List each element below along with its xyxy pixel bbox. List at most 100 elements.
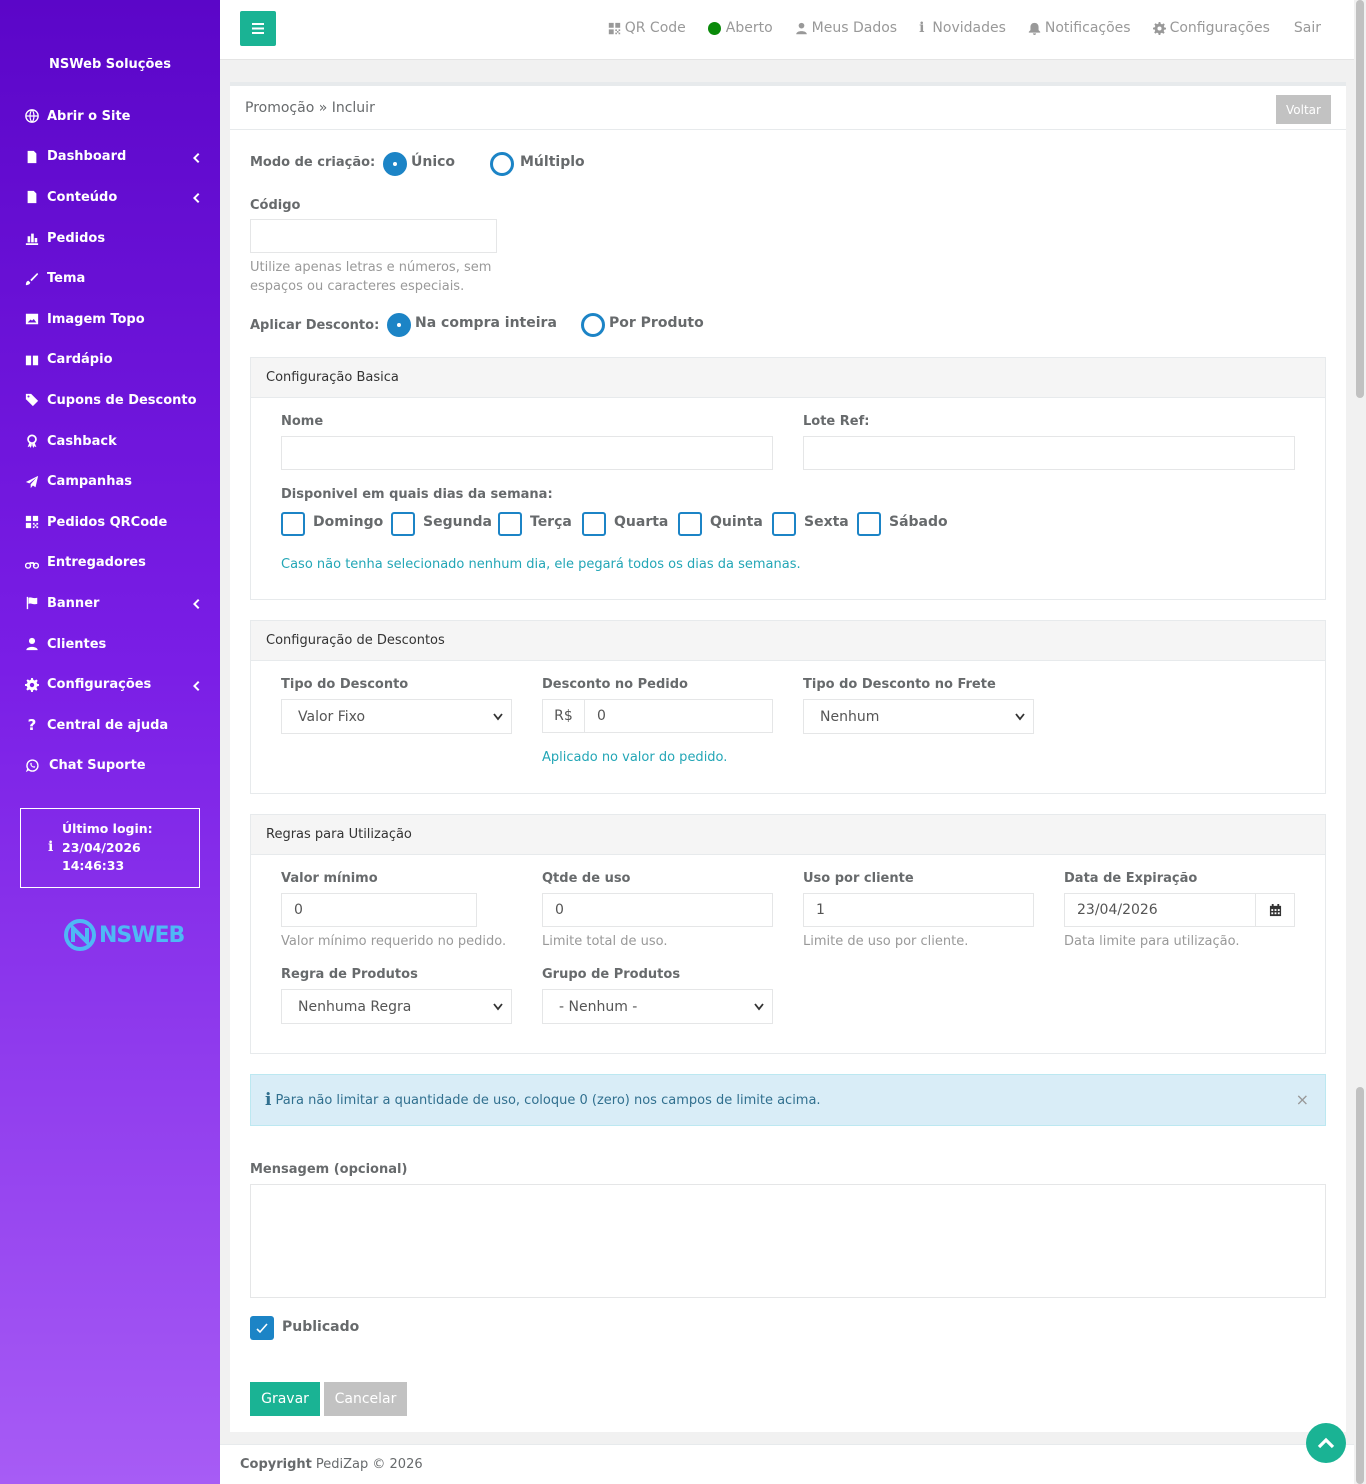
close-icon[interactable]: × bbox=[1296, 1090, 1309, 1109]
dia-terca-checkbox[interactable] bbox=[498, 512, 522, 536]
panel-regras: Regras para Utilização Valor mínimo 0 Va… bbox=[250, 814, 1326, 1054]
valor-minimo-input[interactable]: 0 bbox=[281, 893, 477, 927]
publicado-label[interactable]: Publicado bbox=[282, 1319, 359, 1335]
gear-icon bbox=[1152, 21, 1166, 35]
grupo-produtos-select[interactable]: - Nenhum - bbox=[542, 989, 773, 1024]
sidebar-item-abrir-site[interactable]: Abrir o Site bbox=[0, 96, 220, 137]
data-expiracao-input[interactable]: 23/04/2026 bbox=[1064, 893, 1256, 927]
sidebar-item-cardapio[interactable]: Cardápio bbox=[0, 340, 220, 381]
sidebar-item-label: Cashback bbox=[47, 433, 117, 449]
dia-segunda-checkbox[interactable] bbox=[391, 512, 415, 536]
mensagem-textarea[interactable] bbox=[250, 1184, 1326, 1298]
dia-sabado-checkbox[interactable] bbox=[857, 512, 881, 536]
qtde-uso-input[interactable]: 0 bbox=[542, 893, 773, 927]
modo-unico-radio[interactable] bbox=[383, 152, 407, 176]
page-header: Promoção » Incluir Voltar bbox=[230, 86, 1346, 130]
sidebar-item-conteudo[interactable]: Conteúdo bbox=[0, 177, 220, 218]
sidebar-item-imagem-topo[interactable]: Imagem Topo bbox=[0, 299, 220, 340]
tipo-desconto-select[interactable]: Valor Fixo bbox=[281, 699, 512, 734]
flag-icon bbox=[24, 595, 40, 611]
calendar-button[interactable] bbox=[1255, 893, 1295, 927]
modo-multiplo-radio[interactable] bbox=[490, 152, 514, 176]
modo-unico-label[interactable]: Único bbox=[411, 154, 455, 170]
sidebar-item-entregadores[interactable]: Entregadores bbox=[0, 543, 220, 584]
dia-quinta-label[interactable]: Quinta bbox=[710, 514, 763, 530]
sidebar-item-chat-suporte[interactable]: Chat Suporte bbox=[0, 746, 220, 787]
page-scrollbar[interactable] bbox=[1354, 0, 1366, 1484]
gear-icon bbox=[24, 677, 40, 693]
chevron-left-icon bbox=[192, 680, 200, 691]
sidebar-item-label: Chat Suporte bbox=[49, 758, 146, 774]
orders-icon bbox=[24, 230, 40, 246]
info-alert: i Para não limitar a quantidade de uso, … bbox=[250, 1074, 1326, 1126]
info-icon: i bbox=[265, 1090, 272, 1110]
sidebar-item-clientes[interactable]: Clientes bbox=[0, 624, 220, 665]
scrollbar-thumb[interactable] bbox=[1356, 0, 1364, 398]
aplicar-produto-label[interactable]: Por Produto bbox=[609, 315, 704, 331]
sidebar-item-central-ajuda[interactable]: ? Central de ajuda bbox=[0, 705, 220, 746]
sidebar-item-configuracoes[interactable]: Configurações bbox=[0, 664, 220, 705]
sidebar-item-banner[interactable]: Banner bbox=[0, 583, 220, 624]
dia-domingo-checkbox[interactable] bbox=[281, 512, 305, 536]
chevron-down-icon bbox=[493, 1003, 503, 1011]
publicado-checkbox[interactable] bbox=[250, 1316, 274, 1340]
info-icon: i bbox=[48, 839, 54, 855]
dia-quarta-label[interactable]: Quarta bbox=[614, 514, 668, 530]
last-login-time: 14:46:33 bbox=[62, 858, 125, 874]
modo-multiplo-label[interactable]: Múltiplo bbox=[520, 154, 585, 170]
sidebar-item-pedidos[interactable]: Pedidos bbox=[0, 218, 220, 259]
dia-sexta-checkbox[interactable] bbox=[772, 512, 796, 536]
dia-sabado-label[interactable]: Sábado bbox=[889, 514, 948, 530]
sidebar-item-pedidos-qrcode[interactable]: Pedidos QRCode bbox=[0, 502, 220, 543]
sidebar-item-dashboard[interactable]: Dashboard bbox=[0, 137, 220, 178]
mensagem-label: Mensagem (opcional) bbox=[250, 1162, 408, 1177]
notificacoes-label: Notificações bbox=[1044, 20, 1131, 36]
codigo-input[interactable] bbox=[250, 219, 497, 253]
cancelar-button[interactable]: Cancelar bbox=[324, 1382, 407, 1416]
sidebar-item-label: Configurações bbox=[47, 677, 152, 693]
dia-terca-label[interactable]: Terça bbox=[530, 514, 572, 530]
sidebar-item-label: Imagem Topo bbox=[47, 311, 145, 327]
sidebar-item-label: Tema bbox=[47, 271, 86, 287]
meus-dados-link[interactable]: Meus Dados bbox=[795, 20, 897, 36]
chevron-up-icon bbox=[1317, 1437, 1335, 1449]
novidades-label: Novidades bbox=[932, 20, 1006, 36]
desconto-pedido-input[interactable]: 0 bbox=[584, 699, 773, 733]
aplicar-inteira-radio[interactable] bbox=[387, 313, 411, 337]
dia-sexta-label[interactable]: Sexta bbox=[804, 514, 849, 530]
dia-quarta-checkbox[interactable] bbox=[582, 512, 606, 536]
frete-select[interactable]: Nenhum bbox=[803, 699, 1034, 734]
uso-cliente-input[interactable]: 1 bbox=[803, 893, 1034, 927]
configuracoes-link[interactable]: Configurações bbox=[1152, 20, 1270, 36]
aplicar-produto-radio[interactable] bbox=[581, 313, 605, 337]
sidebar-item-cashback[interactable]: Cashback bbox=[0, 421, 220, 462]
dias-label: Disponivel em quais dias da semana: bbox=[281, 487, 553, 502]
chevron-down-icon bbox=[1015, 713, 1025, 721]
notificacoes-link[interactable]: Notificações bbox=[1028, 20, 1131, 36]
nome-input[interactable] bbox=[281, 436, 773, 470]
sidebar-item-tema[interactable]: Tema bbox=[0, 258, 220, 299]
back-to-top-button[interactable] bbox=[1306, 1423, 1346, 1463]
top-nav: QR Code Aberto Meus Dados i Novidades No… bbox=[586, 20, 1321, 36]
qr-code-link[interactable]: QR Code bbox=[608, 20, 686, 36]
sidebar-item-cupons[interactable]: Cupons de Desconto bbox=[0, 380, 220, 421]
dia-domingo-label[interactable]: Domingo bbox=[313, 514, 383, 530]
dia-quinta-checkbox[interactable] bbox=[678, 512, 702, 536]
menu-toggle-button[interactable] bbox=[240, 11, 276, 46]
novidades-link[interactable]: i Novidades bbox=[919, 20, 1006, 36]
store-status-link[interactable]: Aberto bbox=[707, 20, 773, 36]
sidebar-item-campanhas[interactable]: Campanhas bbox=[0, 461, 220, 502]
alert-text: Para não limitar a quantidade de uso, co… bbox=[275, 1092, 821, 1108]
lote-input[interactable] bbox=[803, 436, 1295, 470]
scrollbar-thumb-lower[interactable] bbox=[1356, 1087, 1364, 1484]
sidebar-item-label: Pedidos QRCode bbox=[47, 514, 168, 530]
gravar-button[interactable]: Gravar bbox=[250, 1382, 320, 1416]
file-icon bbox=[24, 189, 40, 205]
paper-plane-icon bbox=[24, 474, 40, 490]
regra-produtos-select[interactable]: Nenhuma Regra bbox=[281, 989, 512, 1024]
dia-segunda-label[interactable]: Segunda bbox=[423, 514, 492, 530]
voltar-button[interactable]: Voltar bbox=[1276, 95, 1331, 124]
aplicar-inteira-label[interactable]: Na compra inteira bbox=[415, 315, 557, 331]
last-login-box: i Último login: 23/04/2026 14:46:33 bbox=[20, 808, 200, 888]
sair-link[interactable]: Sair bbox=[1294, 20, 1321, 36]
